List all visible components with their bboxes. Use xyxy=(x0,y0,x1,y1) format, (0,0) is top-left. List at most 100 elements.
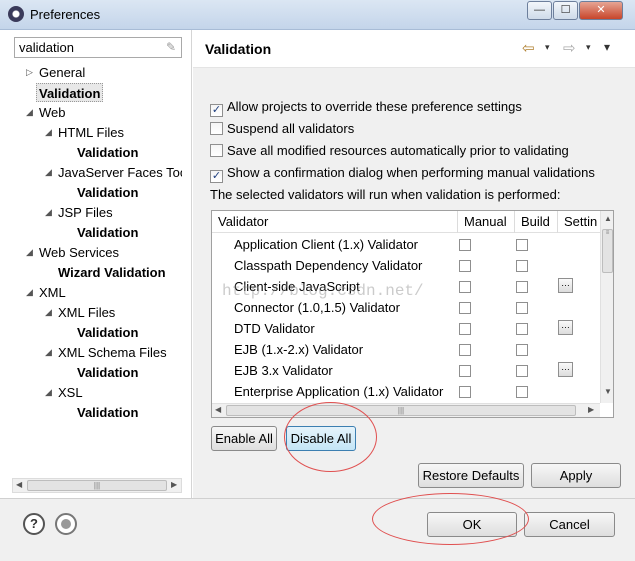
column-header-settings[interactable]: Settin xyxy=(564,214,597,229)
tree-item-xsl-validation[interactable]: Validation xyxy=(77,403,138,422)
table-row[interactable]: Enterprise Application (1.x) Validator xyxy=(212,382,600,403)
scroll-left-icon[interactable]: ◀ xyxy=(215,405,221,414)
tree-item-xml[interactable]: XML xyxy=(39,283,66,302)
settings-button[interactable]: … xyxy=(558,278,573,293)
table-row[interactable]: DTD Validator … xyxy=(212,319,600,340)
tree-item-jsf-validation[interactable]: Validation xyxy=(77,183,138,202)
column-header-validator[interactable]: Validator xyxy=(218,214,268,229)
build-checkbox[interactable] xyxy=(516,386,528,398)
scroll-right-icon[interactable]: ▶ xyxy=(171,480,177,489)
allow-override-option[interactable]: ✓ Allow projects to override these prefer… xyxy=(210,99,522,117)
manual-checkbox[interactable] xyxy=(459,281,471,293)
scroll-down-icon[interactable]: ▼ xyxy=(604,387,612,396)
settings-button[interactable]: … xyxy=(558,320,573,335)
expanded-arrow-icon[interactable]: ◢ xyxy=(45,203,52,222)
tree-item-jsf[interactable]: JavaServer Faces Toc xyxy=(58,163,182,182)
manual-checkbox[interactable] xyxy=(459,260,471,272)
tree-item-html-files[interactable]: HTML Files xyxy=(58,123,124,142)
scrollbar-thumb[interactable]: ||| xyxy=(226,405,576,416)
expanded-arrow-icon[interactable]: ◢ xyxy=(26,243,33,262)
tree-item-xml-files-validation[interactable]: Validation xyxy=(77,323,138,342)
clear-filter-icon[interactable]: ✎ xyxy=(164,40,178,54)
record-macro-icon[interactable] xyxy=(55,513,77,535)
scrollbar-thumb[interactable]: ≡ xyxy=(602,229,613,273)
build-checkbox[interactable] xyxy=(516,260,528,272)
tree-item-general[interactable]: General xyxy=(39,63,85,82)
expanded-arrow-icon[interactable]: ◢ xyxy=(26,283,33,302)
info-text: The selected validators will run when va… xyxy=(210,187,561,202)
build-checkbox[interactable] xyxy=(516,365,528,377)
save-all-checkbox[interactable] xyxy=(210,144,223,157)
annotation-ellipse xyxy=(372,493,529,545)
scrollbar-thumb[interactable]: ||| xyxy=(27,480,167,491)
filter-input[interactable]: validation xyxy=(14,37,182,58)
suspend-all-option[interactable]: Suspend all validators xyxy=(210,121,354,139)
show-confirm-checkbox[interactable]: ✓ xyxy=(210,170,223,183)
restore-defaults-button[interactable]: Restore Defaults xyxy=(418,463,524,488)
show-confirm-option[interactable]: ✓ Show a confirmation dialog when perform… xyxy=(210,165,595,183)
column-divider[interactable] xyxy=(557,211,558,233)
expanded-arrow-icon[interactable]: ◢ xyxy=(45,163,52,182)
suspend-all-checkbox[interactable] xyxy=(210,122,223,135)
expanded-arrow-icon[interactable]: ◢ xyxy=(45,383,52,402)
expanded-arrow-icon[interactable]: ◢ xyxy=(26,103,33,122)
manual-checkbox[interactable] xyxy=(459,239,471,251)
tree-item-xml-files[interactable]: XML Files xyxy=(58,303,115,322)
forward-arrow-icon[interactable]: ⇨ xyxy=(563,39,576,57)
back-arrow-icon[interactable]: ⇦ xyxy=(522,39,535,57)
column-divider[interactable] xyxy=(457,211,458,233)
build-checkbox[interactable] xyxy=(516,281,528,293)
table-row[interactable]: Classpath Dependency Validator xyxy=(212,256,600,277)
cancel-button[interactable]: Cancel xyxy=(524,512,615,537)
tree-horizontal-scrollbar[interactable]: ◀ ||| ▶ xyxy=(12,478,182,493)
column-header-manual[interactable]: Manual xyxy=(464,214,507,229)
collapsed-arrow-icon[interactable]: ▷ xyxy=(26,63,33,82)
build-checkbox[interactable] xyxy=(516,302,528,314)
close-button[interactable]: ✕ xyxy=(579,1,623,20)
table-vertical-scrollbar[interactable]: ▲ ≡ ▼ xyxy=(600,211,613,403)
tree-item-wizard-validation[interactable]: Wizard Validation xyxy=(58,263,166,282)
build-checkbox[interactable] xyxy=(516,239,528,251)
expanded-arrow-icon[interactable]: ◢ xyxy=(45,343,52,362)
table-row[interactable]: Application Client (1.x) Validator xyxy=(212,235,600,256)
save-all-option[interactable]: Save all modified resources automaticall… xyxy=(210,143,569,161)
tree-item-web-services[interactable]: Web Services xyxy=(39,243,119,262)
manual-checkbox[interactable] xyxy=(459,323,471,335)
allow-override-checkbox[interactable]: ✓ xyxy=(210,104,223,117)
table-row[interactable]: EJB 3.x Validator … xyxy=(212,361,600,382)
tree-item-web[interactable]: Web xyxy=(39,103,66,122)
table-row[interactable]: Connector (1.0,1.5) Validator xyxy=(212,298,600,319)
view-menu-icon[interactable]: ▾ xyxy=(604,40,610,54)
table-row[interactable]: EJB (1.x-2.x) Validator xyxy=(212,340,600,361)
manual-checkbox[interactable] xyxy=(459,365,471,377)
forward-dropdown-icon[interactable]: ▾ xyxy=(586,42,591,53)
apply-button[interactable]: Apply xyxy=(531,463,621,488)
table-horizontal-scrollbar[interactable]: ◀ ||| ▶ xyxy=(212,403,600,417)
manual-checkbox[interactable] xyxy=(459,302,471,314)
scroll-left-icon[interactable]: ◀ xyxy=(16,480,22,489)
scroll-up-icon[interactable]: ▲ xyxy=(604,214,612,223)
tree-item-jsp-files[interactable]: JSP Files xyxy=(58,203,113,222)
manual-checkbox[interactable] xyxy=(459,344,471,356)
help-icon[interactable]: ? xyxy=(23,513,45,535)
expanded-arrow-icon[interactable]: ◢ xyxy=(45,303,52,322)
manual-checkbox[interactable] xyxy=(459,386,471,398)
expanded-arrow-icon[interactable]: ◢ xyxy=(45,123,52,142)
maximize-button[interactable]: ☐ xyxy=(553,1,578,20)
validator-name: Classpath Dependency Validator xyxy=(234,258,423,273)
scroll-right-icon[interactable]: ▶ xyxy=(588,405,594,414)
tree-item-html-validation[interactable]: Validation xyxy=(77,143,138,162)
tree-item-xml-schema[interactable]: XML Schema Files xyxy=(58,343,167,362)
column-divider[interactable] xyxy=(514,211,515,233)
minimize-button[interactable]: — xyxy=(527,1,552,20)
build-checkbox[interactable] xyxy=(516,323,528,335)
tree-item-general-validation[interactable]: Validation xyxy=(36,83,104,102)
enable-all-button[interactable]: Enable All xyxy=(211,426,277,451)
column-header-build[interactable]: Build xyxy=(521,214,550,229)
back-dropdown-icon[interactable]: ▾ xyxy=(545,42,550,53)
tree-item-xsl[interactable]: XSL xyxy=(58,383,83,402)
tree-item-jsp-validation[interactable]: Validation xyxy=(77,223,138,242)
settings-button[interactable]: … xyxy=(558,362,573,377)
tree-item-xml-schema-validation[interactable]: Validation xyxy=(77,363,138,382)
build-checkbox[interactable] xyxy=(516,344,528,356)
